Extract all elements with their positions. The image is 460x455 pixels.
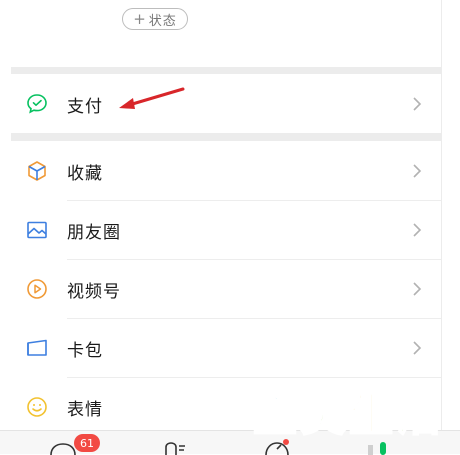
watermark-char: 宜 [252,389,298,442]
watermark-logo: 宜 美 生 活 [252,382,442,442]
chevron-right-icon [413,97,422,111]
chevron-right-icon [413,164,422,178]
watermark-char: 美 [300,389,346,442]
play-icon [27,279,47,299]
status-label: 状态 [148,13,177,29]
add-status-button[interactable]: + 状态 [122,8,188,30]
wechat-pay-icon [27,94,47,114]
picture-icon [27,221,47,239]
cube-icon [28,161,46,181]
menu-item-cards[interactable]: 卡包 [11,319,441,377]
chevron-right-icon [413,223,422,237]
annotation-arrow [119,87,185,109]
chevron-right-icon [413,282,422,296]
me-page: + 状态 支付 收藏 朋友圈 视频号 卡包 表情 61 宜 美 生 活 [0,0,460,455]
section-gap [11,67,441,74]
watermark-char: 生 [348,389,394,442]
unread-badge: 61 [74,434,100,452]
menu-item-pay[interactable]: 支付 [11,75,441,133]
right-edge [441,0,460,453]
section-gap [11,133,441,141]
menu-item-label: 表情 [67,399,103,420]
wallet-icon [27,339,47,356]
plus-icon: + [133,10,147,28]
menu-item-label: 视频号 [67,281,121,302]
menu-item-moments[interactable]: 朋友圈 [11,201,441,259]
menu-item-label: 朋友圈 [67,222,121,243]
menu-item-favorites[interactable]: 收藏 [11,142,441,200]
menu-item-label: 收藏 [67,163,103,184]
menu-item-channels[interactable]: 视频号 [11,260,441,318]
smiley-icon [27,397,47,417]
chevron-right-icon [413,341,422,355]
watermark-char: 活 [396,389,442,442]
menu-item-label: 卡包 [67,340,103,361]
menu-item-label: 支付 [67,96,103,117]
